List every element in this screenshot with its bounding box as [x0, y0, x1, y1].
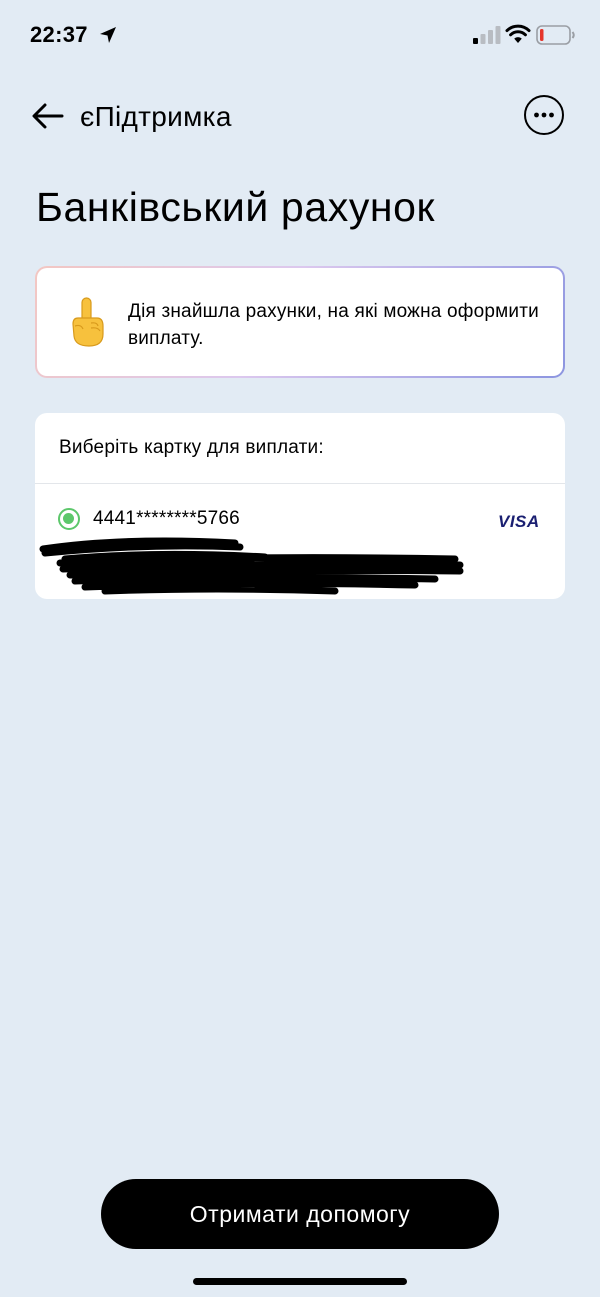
info-banner-body: Дія знайшла рахунки, на які можна оформи… [37, 268, 563, 376]
location-arrow-icon [100, 27, 116, 43]
battery-low-icon [536, 25, 575, 45]
info-banner-text: Дія знайшла рахунки, на які можна оформи… [128, 301, 539, 349]
more-horizontal-icon [534, 112, 554, 118]
cellular-signal-icon [473, 26, 501, 44]
get-help-button[interactable]: Отримати допомогу [101, 1179, 499, 1249]
more-button[interactable] [524, 95, 564, 135]
card-selection-panel: Виберіть картку для виплати: 4441*******… [35, 413, 565, 599]
app-title: єПідтримка [80, 101, 232, 132]
home-indicator [193, 1278, 407, 1285]
info-banner: Дія знайшла рахунки, на які можна оформи… [35, 266, 565, 378]
page-title: Банківський рахунок [36, 184, 436, 230]
card-radio-selected[interactable] [58, 508, 80, 530]
card-number: 4441********5766 [93, 508, 240, 529]
status-bar: 22:37 [0, 0, 600, 72]
redaction-scribble [39, 537, 464, 595]
wifi-icon [505, 24, 531, 43]
card-option[interactable]: 4441********5766 VISA [35, 484, 565, 599]
status-time: 22:37 [30, 22, 88, 47]
card-selection-header: Виберіть картку для виплати: [59, 437, 324, 458]
arrow-left-icon[interactable] [30, 100, 66, 132]
visa-logo: VISA [498, 512, 540, 531]
pointing-up-hand-icon [72, 297, 104, 347]
